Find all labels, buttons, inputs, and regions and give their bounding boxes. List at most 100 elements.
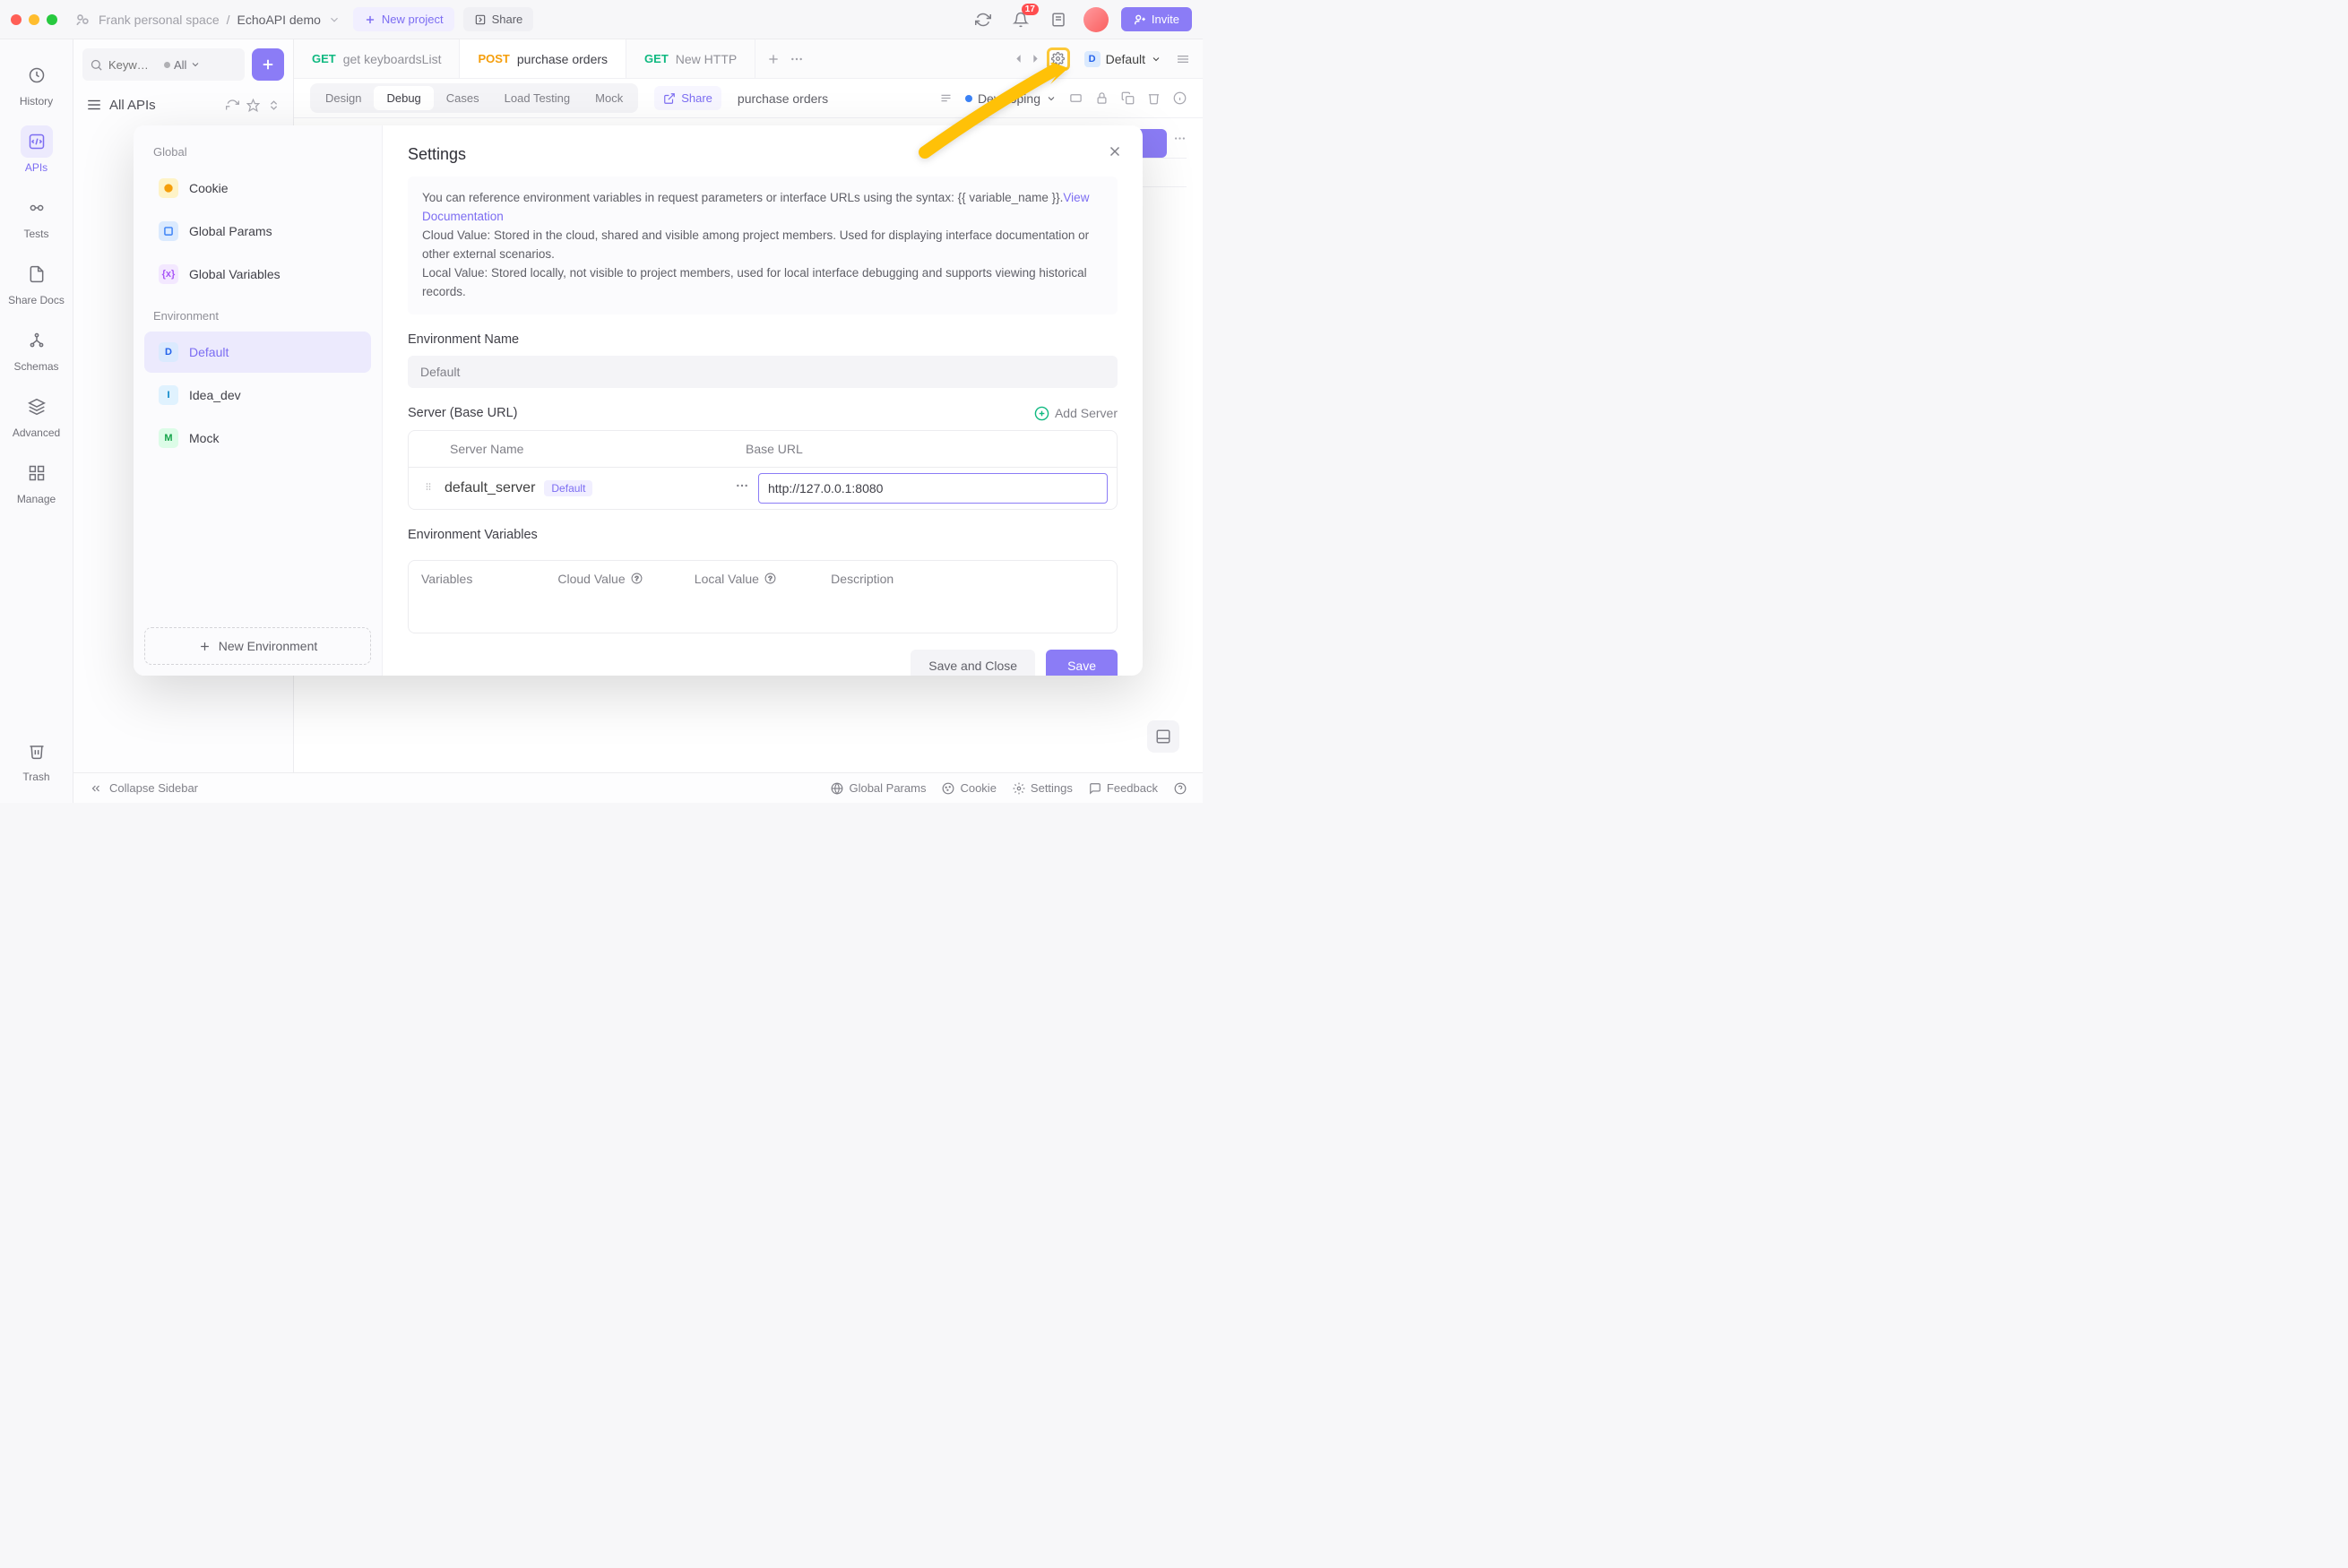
plus-icon <box>364 13 376 26</box>
menu-icon[interactable] <box>1176 52 1190 66</box>
request-title[interactable]: purchase orders <box>738 91 828 106</box>
nav-global-variables[interactable]: {x}Global Variables <box>144 254 371 295</box>
delete-icon[interactable] <box>1147 91 1161 105</box>
space-name[interactable]: Frank personal space <box>99 13 220 27</box>
docs-icon <box>28 265 46 283</box>
save-and-close-button[interactable]: Save and Close <box>911 650 1035 676</box>
rail-apis[interactable]: APIs <box>0 118 73 181</box>
lock-icon[interactable] <box>1095 91 1109 105</box>
rail-schemas[interactable]: Schemas <box>0 317 73 380</box>
footer-settings[interactable]: Settings <box>1013 781 1073 795</box>
filter-all[interactable]: All <box>164 58 201 72</box>
drag-handle[interactable] <box>418 480 439 496</box>
server-table: Server Name Base URL default_server Defa… <box>408 430 1118 510</box>
server-more[interactable] <box>726 478 758 497</box>
tests-icon <box>28 199 46 217</box>
chevron-down-icon <box>190 59 201 70</box>
settings-modal: Global Cookie Global Params {x}Global Va… <box>134 125 1143 676</box>
search-box[interactable]: All <box>82 48 245 81</box>
grid-icon <box>28 464 46 482</box>
locate-icon[interactable] <box>246 99 260 112</box>
help-icon[interactable]: ? <box>631 573 643 584</box>
list-icon <box>86 97 102 113</box>
tab-add-icon[interactable] <box>766 52 781 66</box>
notifications-button[interactable]: 17 <box>1008 7 1033 32</box>
traffic-lights <box>11 14 57 25</box>
nav-env-mock[interactable]: MMock <box>144 418 371 459</box>
nav-cookie[interactable]: Cookie <box>144 168 371 209</box>
copy-icon[interactable] <box>1121 91 1135 105</box>
window-minimize[interactable] <box>29 14 39 25</box>
notes-icon[interactable] <box>1046 7 1071 32</box>
base-url-input[interactable] <box>758 473 1108 504</box>
sync-icon[interactable] <box>971 7 996 32</box>
tool-debug[interactable]: Debug <box>374 86 433 110</box>
more-icon[interactable] <box>1173 132 1187 145</box>
share-pill[interactable]: Share <box>654 86 721 110</box>
footer-help[interactable] <box>1174 781 1187 795</box>
info-box: You can reference environment variables … <box>408 177 1118 314</box>
modal-nav: Global Cookie Global Params {x}Global Va… <box>134 125 383 676</box>
gear-icon <box>1013 782 1025 795</box>
tab-purchase-orders[interactable]: POSTpurchase orders <box>460 39 626 78</box>
collapse-sidebar[interactable]: Collapse Sidebar <box>90 781 198 795</box>
external-icon <box>663 92 676 105</box>
footer-feedback[interactable]: Feedback <box>1089 781 1158 795</box>
breadcrumb: Frank personal space / EchoAPI demo <box>73 11 341 29</box>
tool-cases[interactable]: Cases <box>434 86 492 110</box>
search-icon <box>90 58 103 72</box>
tool-load[interactable]: Load Testing <box>492 86 583 110</box>
footer-global-params[interactable]: Global Params <box>831 781 926 795</box>
chevron-down-icon[interactable] <box>328 13 341 26</box>
plus-icon <box>260 56 276 73</box>
new-environment-button[interactable]: New Environment <box>144 627 371 665</box>
rail-history[interactable]: History <box>0 52 73 115</box>
nav-env-default[interactable]: DDefault <box>144 332 371 373</box>
trash-icon <box>28 742 46 760</box>
invite-button[interactable]: Invite <box>1121 7 1192 31</box>
new-project-button[interactable]: New project <box>353 7 454 31</box>
feedback-icon <box>1089 782 1101 795</box>
search-input[interactable] <box>108 58 159 72</box>
history-icon <box>28 66 46 84</box>
refresh-icon[interactable] <box>226 99 239 112</box>
icon-a[interactable] <box>1069 91 1083 105</box>
rail-manage[interactable]: Manage <box>0 450 73 513</box>
all-apis[interactable]: All APIs <box>82 97 284 113</box>
nav-env-idea[interactable]: IIdea_dev <box>144 375 371 416</box>
rail-share-docs[interactable]: Share Docs <box>0 251 73 314</box>
env-selector[interactable]: D Default <box>1075 47 1170 71</box>
window-close[interactable] <box>11 14 22 25</box>
project-name[interactable]: EchoAPI demo <box>237 13 321 27</box>
panel-toggle[interactable] <box>1147 720 1179 753</box>
tool-mock[interactable]: Mock <box>583 86 635 110</box>
avatar[interactable] <box>1083 7 1109 32</box>
info-icon[interactable] <box>1173 91 1187 105</box>
share-button[interactable]: Share <box>463 7 534 31</box>
tool-design[interactable]: Design <box>313 86 374 110</box>
space-icon <box>73 11 91 29</box>
env-name-field[interactable]: Default <box>408 356 1118 388</box>
server-name[interactable]: default_server <box>445 480 535 496</box>
chevron-down-icon <box>1151 54 1161 65</box>
annotation-arrow <box>916 63 1068 166</box>
modal-main: Settings You can reference environment v… <box>383 125 1143 676</box>
rail-advanced[interactable]: Advanced <box>0 383 73 446</box>
nav-global-params[interactable]: Global Params <box>144 211 371 252</box>
add-button[interactable] <box>252 48 284 81</box>
filter-dot <box>164 62 170 68</box>
window-maximize[interactable] <box>47 14 57 25</box>
tab-keyboards[interactable]: GETget keyboardsList <box>294 39 460 78</box>
close-button[interactable] <box>1107 143 1123 164</box>
sort-icon[interactable] <box>267 99 281 112</box>
save-button[interactable]: Save <box>1046 650 1118 676</box>
tab-more-icon[interactable] <box>790 52 804 66</box>
rail-tests[interactable]: Tests <box>0 185 73 247</box>
footer-cookie[interactable]: Cookie <box>942 781 996 795</box>
help-icon[interactable]: ? <box>764 573 776 584</box>
svg-text:?: ? <box>634 574 638 582</box>
rail-trash[interactable]: Trash <box>0 728 73 790</box>
tab-new-http[interactable]: GETNew HTTP <box>626 39 755 78</box>
titlebar: Frank personal space / EchoAPI demo New … <box>0 0 1203 39</box>
add-server-button[interactable]: Add Server <box>1034 406 1118 421</box>
